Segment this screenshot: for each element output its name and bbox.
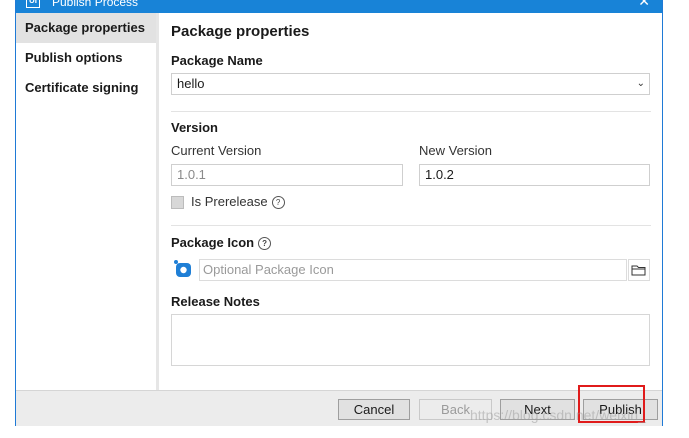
divider xyxy=(171,225,651,226)
next-button[interactable]: Next xyxy=(500,399,575,420)
browse-folder-button[interactable] xyxy=(628,259,650,281)
folder-icon xyxy=(631,265,646,276)
publish-dialog: UI Publish Process ✕ Package properties … xyxy=(15,0,663,426)
publish-button[interactable]: Publish xyxy=(583,399,658,420)
sidebar-item-package-properties[interactable]: Package properties xyxy=(16,13,156,43)
new-version-label: New Version xyxy=(419,143,492,158)
cancel-button[interactable]: Cancel xyxy=(338,399,410,420)
prerelease-checkbox[interactable] xyxy=(171,196,184,209)
bottom-strip xyxy=(0,426,689,438)
prerelease-label: Is Prerelease xyxy=(191,194,268,209)
uipath-logo-icon: UI xyxy=(26,0,40,8)
package-name-value: hello xyxy=(177,76,205,91)
chevron-down-icon[interactable]: ⌄ xyxy=(637,74,645,94)
release-notes-label: Release Notes xyxy=(171,294,260,309)
help-icon[interactable]: ? xyxy=(271,196,285,209)
sidebar-item-certificate-signing[interactable]: Certificate signing xyxy=(16,73,156,103)
version-section-label: Version xyxy=(171,120,218,135)
new-version-field[interactable]: 1.0.2 xyxy=(419,164,650,186)
package-name-label: Package Name xyxy=(171,53,263,68)
release-notes-textarea[interactable] xyxy=(171,314,650,366)
package-icon-section: Package Icon? xyxy=(171,235,272,250)
current-version-field: 1.0.1 xyxy=(171,164,403,186)
help-icon[interactable]: ? xyxy=(258,237,272,250)
title-bar: UI Publish Process ✕ xyxy=(16,0,662,13)
package-icon-label: Package Icon xyxy=(171,235,255,250)
sidebar: Package properties Publish options Certi… xyxy=(16,13,159,390)
window-title: Publish Process xyxy=(52,0,139,9)
sidebar-item-publish-options[interactable]: Publish options xyxy=(16,43,156,73)
prerelease-row: Is Prerelease? xyxy=(191,194,285,209)
page-title: Package properties xyxy=(171,23,310,40)
package-icon-preview-icon xyxy=(173,259,193,279)
close-icon[interactable]: ✕ xyxy=(638,0,650,8)
divider xyxy=(171,111,651,112)
current-version-label: Current Version xyxy=(171,143,262,158)
back-button[interactable]: Back xyxy=(419,399,492,420)
package-name-combobox[interactable]: hello ⌄ xyxy=(171,73,650,95)
package-icon-input[interactable]: Optional Package Icon xyxy=(199,259,627,281)
dialog-footer: Cancel Back Next Publish xyxy=(16,390,662,426)
